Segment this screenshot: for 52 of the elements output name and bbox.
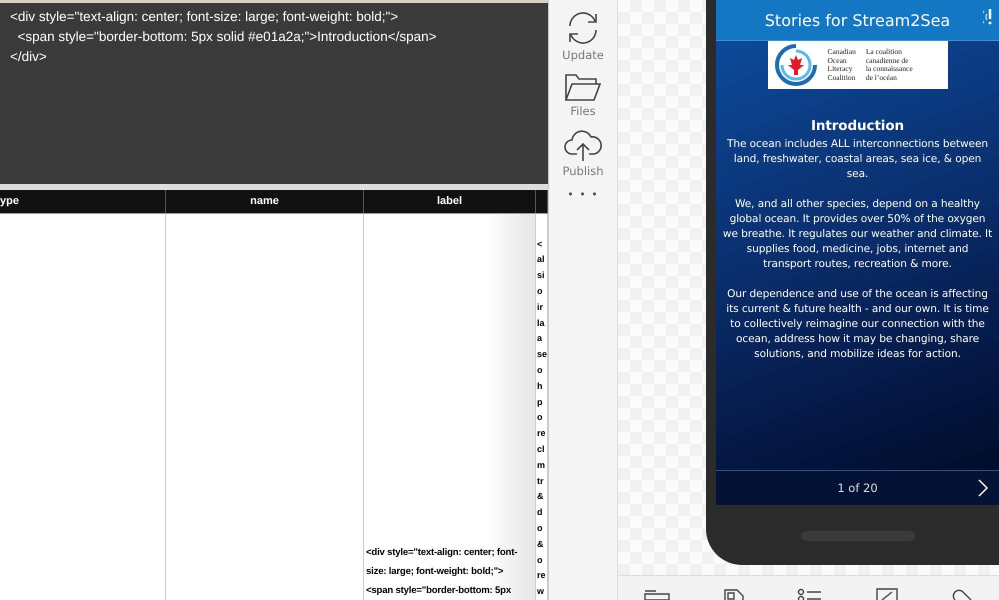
cell-text: tr <box>537 474 544 488</box>
cell-text: <div style="text-align: center; font- <box>365 546 518 560</box>
toolbar-button[interactable]: Files <box>564 72 602 118</box>
column-header: ype <box>0 190 166 213</box>
more-button[interactable]: • • • <box>567 188 599 201</box>
cell-text: <span style="border-bottom: 5px <box>365 584 512 598</box>
cell-text: o <box>537 554 542 567</box>
code-line: </div> <box>10 48 48 66</box>
toolbar-button[interactable]: Publish <box>562 128 604 178</box>
cell-text: la <box>537 316 545 330</box>
story-paragraph: We, and all other species, depend on a healthy global ocean. It provides over 50% of the oxygen we breathe. It regulates our weather and climate. It supplies food, medicine, jobs, internet and transport routes, recreation & more. <box>722 197 993 272</box>
column-header: label <box>364 190 536 213</box>
layout-icon[interactable] <box>644 588 670 600</box>
toolbar-button[interactable]: Update <box>562 10 604 62</box>
story-heading: Introduction <box>810 119 906 134</box>
cell-text: al <box>537 253 545 266</box>
cell-text: p <box>537 396 542 409</box>
cell-text: o <box>537 522 542 536</box>
cell-text: se <box>537 348 547 362</box>
cloud-upload-icon <box>563 128 603 162</box>
cell-text: o <box>537 364 542 378</box>
cell-text: & <box>537 538 544 551</box>
cell-text: o <box>537 411 542 424</box>
app-title: Stories for Stream2Sea <box>764 10 950 30</box>
cell-text: m <box>537 458 546 472</box>
signal-alert-icon <box>983 8 993 25</box>
image-icon[interactable] <box>722 588 745 600</box>
column-header: name <box>166 190 364 213</box>
cell-text: cl <box>537 443 545 456</box>
cell-text: re <box>537 569 546 582</box>
cell-text: a <box>537 332 542 346</box>
story-paragraph: The ocean includes ALL interconnections between land, freshwater, coastal areas, sea ice, & open sea. <box>726 137 989 182</box>
folder-icon <box>564 72 602 102</box>
cell-text: d <box>537 506 542 520</box>
code-editor[interactable]: <div style="text-align: center; font-size: large; font-weight: bold;"> <span style="border-bottom: 5px solid #e01a2a;">Introduction</span> </div> <box>0 0 548 190</box>
cell-text: ir <box>537 300 544 314</box>
cell-text: size: large; font-weight: bold;"> <box>365 565 504 579</box>
list-icon[interactable] <box>797 588 824 600</box>
story-paragraph: Our dependence and use of the ocean is affecting its current & future health - and our own. It is time to collectively reimagine our connection with the ocean, address how it may be changing, share solutions, and mobilize ideas for action. <box>725 287 990 362</box>
page-counter: 1 of 20 <box>837 481 878 495</box>
cell-text: h <box>537 380 542 393</box>
tag-icon[interactable] <box>950 588 973 600</box>
chart-icon[interactable] <box>876 588 898 600</box>
code-line: <span style="border-bottom: 5px solid #e01a2a;">Introduction</span> <box>16 28 438 46</box>
cell-text: si <box>537 269 545 282</box>
code-line: <div style="text-align: center; font-size: large; font-weight: bold;"> <box>10 8 400 26</box>
maple-leaf-logo-icon <box>774 43 818 87</box>
cell-text: w <box>537 585 544 598</box>
cell-text: & <box>537 490 544 504</box>
cell-text: re <box>537 427 546 440</box>
cell-text: < <box>537 238 542 251</box>
cell-text: o <box>537 285 542 298</box>
